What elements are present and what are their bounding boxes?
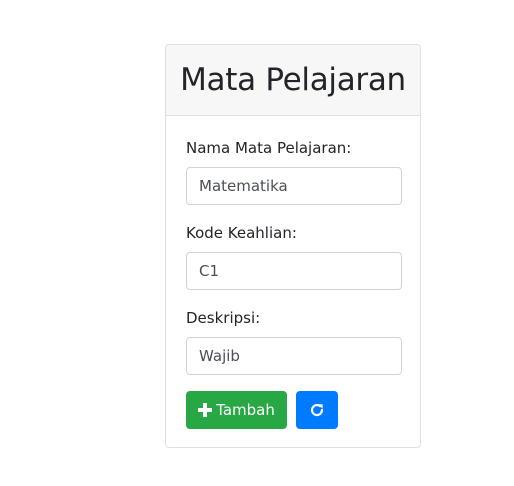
nama-mata-pelajaran-label: Nama Mata Pelajaran: [186,139,352,157]
plus-icon [198,403,213,417]
card-header: Mata Pelajaran [166,45,420,116]
subject-form-card: Mata Pelajaran Nama Mata Pelajaran: Kode… [165,44,421,448]
kode-keahlian-input[interactable] [186,252,402,290]
refresh-icon [309,402,325,418]
add-button[interactable]: Tambah [186,391,287,429]
refresh-button[interactable] [296,391,338,429]
page-title: Mata Pelajaran [180,62,406,98]
deskripsi-input[interactable] [186,337,402,375]
add-button-label: Tambah [216,401,275,419]
nama-mata-pelajaran-input[interactable] [186,167,402,205]
kode-keahlian-label: Kode Keahlian: [186,224,297,242]
deskripsi-label: Deskripsi: [186,309,261,327]
